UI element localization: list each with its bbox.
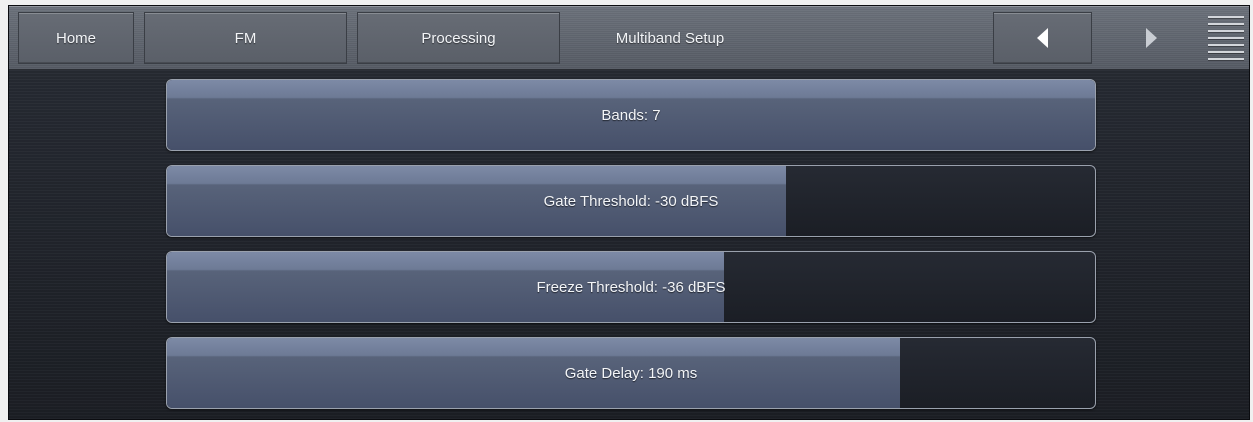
top-navigation-bar: Home FM Processing Multiband Setup bbox=[9, 6, 1249, 70]
tab-processing[interactable]: Processing bbox=[357, 12, 560, 64]
freeze-threshold-slider[interactable]: Freeze Threshold: -36 dBFS bbox=[166, 251, 1096, 323]
right-arrow-icon bbox=[1146, 28, 1157, 48]
bands-control[interactable]: Bands: 7 bbox=[166, 79, 1096, 151]
freeze-threshold-label: Freeze Threshold: -36 dBFS bbox=[536, 278, 726, 296]
hamburger-menu-icon[interactable] bbox=[1208, 12, 1244, 64]
forward-button[interactable] bbox=[1102, 12, 1201, 64]
tab-fm[interactable]: FM bbox=[144, 12, 347, 64]
bands-label: Bands: 7 bbox=[601, 106, 661, 124]
gate-delay-label: Gate Delay: 190 ms bbox=[564, 364, 698, 382]
back-button[interactable] bbox=[993, 12, 1092, 64]
parameter-panel: Bands: 7 Gate Threshold: -30 dBFS Freeze… bbox=[9, 70, 1249, 419]
left-arrow-icon bbox=[1037, 28, 1048, 48]
gate-delay-slider[interactable]: Gate Delay: 190 ms bbox=[166, 337, 1096, 409]
app-frame: Home FM Processing Multiband Setup Bands… bbox=[8, 5, 1250, 420]
current-page-title: Multiband Setup bbox=[615, 29, 725, 47]
gate-threshold-label: Gate Threshold: -30 dBFS bbox=[543, 192, 719, 210]
gate-threshold-slider[interactable]: Gate Threshold: -30 dBFS bbox=[166, 165, 1096, 237]
tab-home[interactable]: Home bbox=[18, 12, 134, 64]
